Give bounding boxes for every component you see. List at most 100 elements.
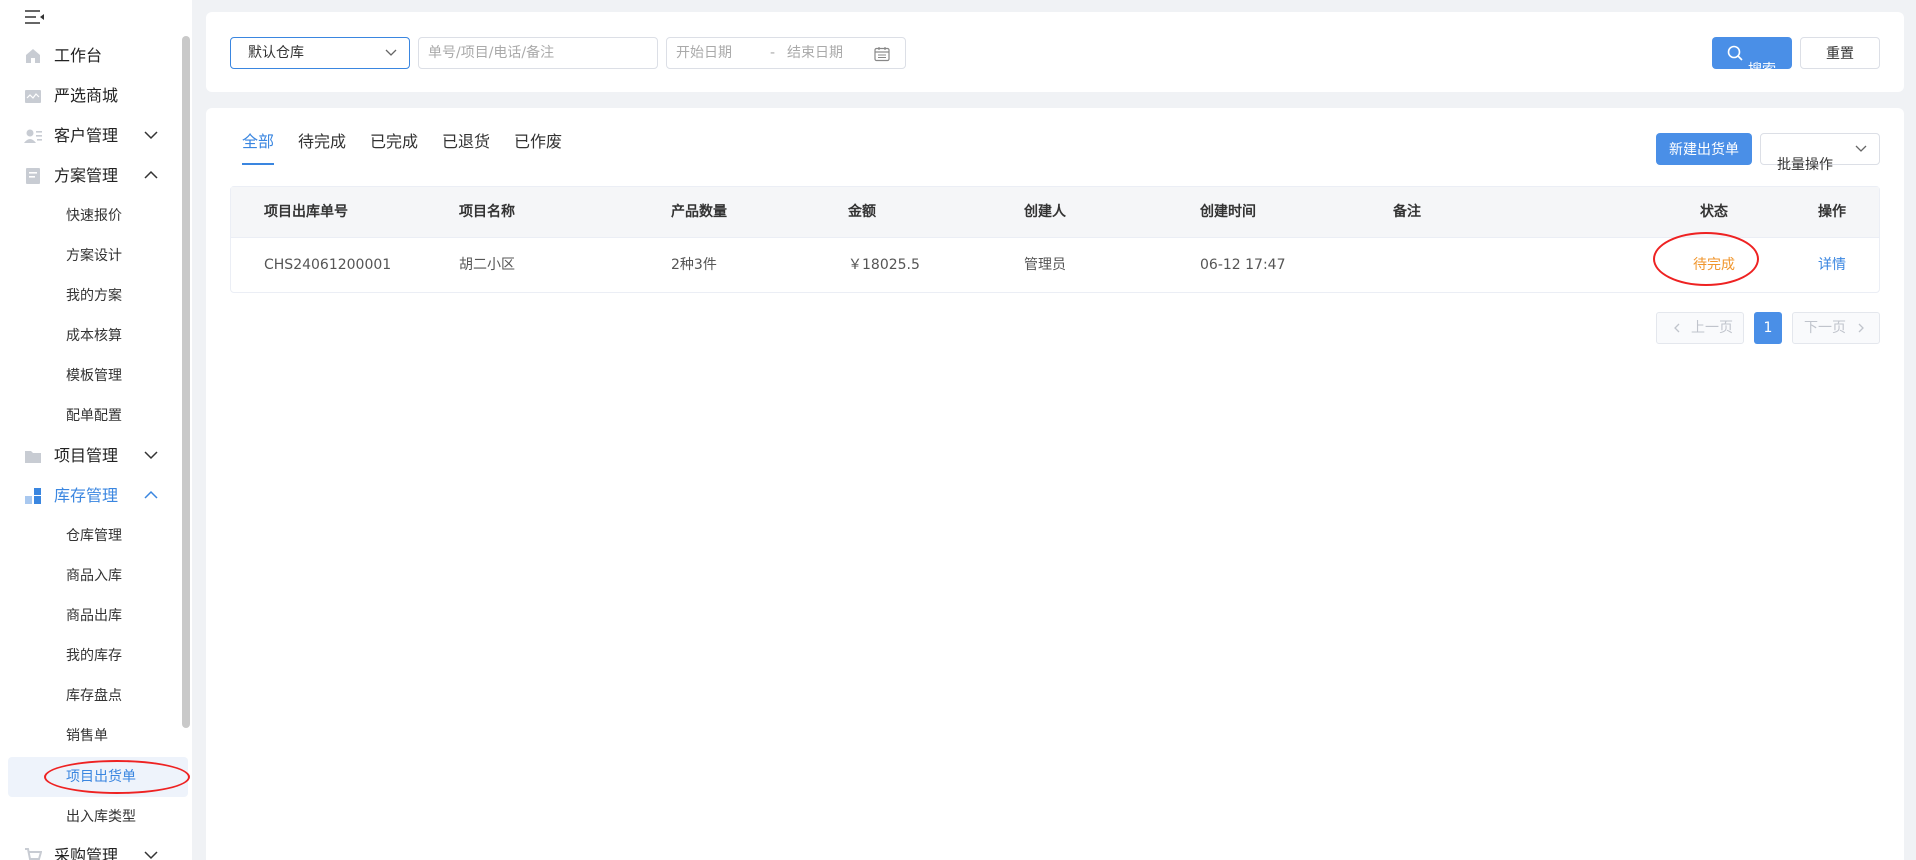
end-date-field[interactable]: 结束日期 bbox=[787, 38, 843, 68]
sidebar-subitem-label: 仓库管理 bbox=[66, 528, 122, 544]
sidebar-subitem-label: 商品入库 bbox=[66, 568, 122, 584]
sidebar-item-customers[interactable]: 客户管理 bbox=[0, 116, 180, 156]
column-header: 备注 bbox=[1393, 204, 1421, 220]
chevron-up-icon bbox=[144, 170, 158, 179]
search-button[interactable]: 搜索 bbox=[1712, 37, 1792, 77]
sidebar-subitem-label: 我的方案 bbox=[66, 288, 122, 304]
order-number-cell: CHS24061200001 bbox=[264, 257, 392, 273]
sidebar-item-projects[interactable]: 项目管理 bbox=[0, 436, 180, 476]
sidebar-item-label: 方案管理 bbox=[54, 166, 119, 185]
tab-voided[interactable]: 已作废 bbox=[514, 130, 562, 154]
tab-completed[interactable]: 已完成 bbox=[370, 130, 418, 154]
sidebar-item-purchasing[interactable]: 采购管理 bbox=[0, 836, 180, 860]
sidebar-item-label: 库存管理 bbox=[54, 486, 119, 505]
chevron-down-icon bbox=[144, 451, 158, 460]
sidebar-subitem-label: 项目出货单 bbox=[66, 769, 136, 785]
sidebar-subitem-label: 快速报价 bbox=[66, 208, 122, 224]
next-page-button[interactable]: 下一页 bbox=[1792, 312, 1880, 344]
sidebar-subitem-label: 模板管理 bbox=[66, 368, 122, 384]
sidebar-item-label: 客户管理 bbox=[54, 126, 119, 145]
sidebar-subitem-sales-orders[interactable]: 销售单 bbox=[0, 716, 180, 756]
sidebar: 工作台 严选商城 客户管理 方案管理 快速报价 方案设计 我的方案 成本核算 模… bbox=[0, 0, 192, 860]
start-date-field[interactable]: 开始日期 bbox=[676, 38, 732, 68]
active-tab-indicator bbox=[242, 163, 274, 165]
batch-actions-dropdown[interactable]: 批量操作 bbox=[1760, 133, 1880, 172]
chevron-down-icon bbox=[1855, 145, 1867, 152]
sidebar-item-plans[interactable]: 方案管理 bbox=[0, 156, 180, 196]
sidebar-subitem-label: 商品出库 bbox=[66, 608, 122, 624]
sidebar-subitem-my-plans[interactable]: 我的方案 bbox=[0, 276, 180, 316]
document-icon bbox=[26, 168, 40, 184]
date-range-picker[interactable]: 开始日期 - 结束日期 bbox=[666, 37, 906, 69]
sidebar-subitem-label: 库存盘点 bbox=[66, 688, 122, 704]
tab-returned[interactable]: 已退货 bbox=[442, 130, 490, 154]
prev-page-button[interactable]: 上一页 bbox=[1656, 312, 1744, 344]
chevron-right-icon bbox=[1858, 323, 1864, 333]
sidebar-subitem-stock-in[interactable]: 商品入库 bbox=[0, 556, 180, 596]
sidebar-item-label: 项目管理 bbox=[54, 446, 119, 465]
menu-collapse-icon[interactable] bbox=[24, 8, 46, 26]
reset-button[interactable]: 重置 bbox=[1800, 37, 1880, 69]
quantity-cell: 2种3件 bbox=[671, 257, 717, 273]
sidebar-item-workbench[interactable]: 工作台 bbox=[0, 36, 180, 76]
chevron-down-icon bbox=[144, 131, 158, 140]
sidebar-item-store[interactable]: 严选商城 bbox=[0, 76, 180, 116]
details-link[interactable]: 详情 bbox=[1818, 238, 1846, 292]
new-shipment-button-label: 新建出货单 bbox=[1669, 141, 1739, 157]
column-header: 产品数量 bbox=[671, 204, 727, 220]
chevron-left-icon bbox=[1674, 323, 1680, 333]
sidebar-scrollbar[interactable] bbox=[182, 36, 190, 728]
sidebar-subitem-plan-design[interactable]: 方案设计 bbox=[0, 236, 180, 276]
tab-all[interactable]: 全部 bbox=[242, 130, 274, 154]
prev-page-label: 上一页 bbox=[1691, 320, 1733, 336]
status-badge: 待完成 bbox=[1693, 257, 1735, 273]
date-separator: - bbox=[770, 45, 776, 61]
sidebar-subitem-label: 配单配置 bbox=[66, 408, 122, 424]
sidebar-item-label: 严选商城 bbox=[54, 86, 119, 105]
page-number-current[interactable]: 1 bbox=[1754, 312, 1782, 344]
chevron-up-icon bbox=[144, 490, 158, 499]
sidebar-subitem-my-stock[interactable]: 我的库存 bbox=[0, 636, 180, 676]
search-button-label: 搜索 bbox=[1748, 61, 1776, 77]
sidebar-subitem-quick-quote[interactable]: 快速报价 bbox=[0, 196, 180, 236]
sidebar-subitem-io-types[interactable]: 出入库类型 bbox=[0, 797, 180, 837]
sidebar-subitem-project-shipments[interactable]: 项目出货单 bbox=[8, 757, 188, 797]
sidebar-item-label: 采购管理 bbox=[54, 846, 119, 860]
column-header: 项目名称 bbox=[459, 204, 515, 220]
next-page-label: 下一页 bbox=[1804, 320, 1846, 336]
sidebar-subitem-label: 销售单 bbox=[66, 728, 108, 744]
sidebar-subitem-warehouses[interactable]: 仓库管理 bbox=[0, 516, 180, 556]
sidebar-item-label: 工作台 bbox=[54, 46, 103, 65]
column-header: 状态 bbox=[1700, 204, 1728, 220]
main-content: 全部 待完成 已完成 已退货 已作废 新建出货单 批量操作 项目出库单号 项目名… bbox=[206, 108, 1904, 860]
warehouse-select[interactable]: 默认仓库 bbox=[230, 37, 410, 69]
inventory-icon bbox=[25, 488, 41, 504]
search-icon bbox=[1727, 45, 1743, 61]
creator-cell: 管理员 bbox=[1024, 257, 1066, 273]
store-icon bbox=[25, 90, 41, 103]
table-row[interactable]: CHS24061200001 胡二小区 2种3件 ￥18025.5 管理员 06… bbox=[231, 237, 1879, 292]
new-shipment-button[interactable]: 新建出货单 bbox=[1656, 133, 1752, 165]
shipments-table: 项目出库单号 项目名称 产品数量 金额 创建人 创建时间 备注 状态 操作 CH… bbox=[230, 186, 1880, 293]
chevron-down-icon bbox=[144, 851, 158, 860]
table-header: 项目出库单号 项目名称 产品数量 金额 创建人 创建时间 备注 状态 操作 bbox=[231, 187, 1879, 237]
search-bar: 默认仓库 开始日期 - 结束日期 搜索 重置 bbox=[206, 12, 1904, 92]
sidebar-item-inventory[interactable]: 库存管理 bbox=[0, 476, 180, 516]
sidebar-subitem-stocktake[interactable]: 库存盘点 bbox=[0, 676, 180, 716]
sidebar-subitem-templates[interactable]: 模板管理 bbox=[0, 356, 180, 396]
customer-icon bbox=[24, 129, 42, 143]
tab-pending[interactable]: 待完成 bbox=[298, 130, 346, 154]
chevron-down-icon bbox=[385, 49, 397, 56]
sidebar-subitem-stock-out[interactable]: 商品出库 bbox=[0, 596, 180, 636]
sidebar-subitem-order-config[interactable]: 配单配置 bbox=[0, 396, 180, 436]
created-time-cell: 06-12 17:47 bbox=[1200, 257, 1286, 273]
project-name-cell: 胡二小区 bbox=[459, 257, 515, 273]
sidebar-subitem-cost-accounting[interactable]: 成本核算 bbox=[0, 316, 180, 356]
cart-icon bbox=[25, 848, 42, 860]
amount-cell: ￥18025.5 bbox=[848, 257, 920, 273]
sidebar-subitem-label: 方案设计 bbox=[66, 248, 122, 264]
keyword-search-input[interactable] bbox=[418, 37, 658, 69]
column-header: 项目出库单号 bbox=[264, 204, 348, 220]
warehouse-select-value: 默认仓库 bbox=[248, 45, 304, 61]
column-header: 操作 bbox=[1818, 204, 1846, 220]
